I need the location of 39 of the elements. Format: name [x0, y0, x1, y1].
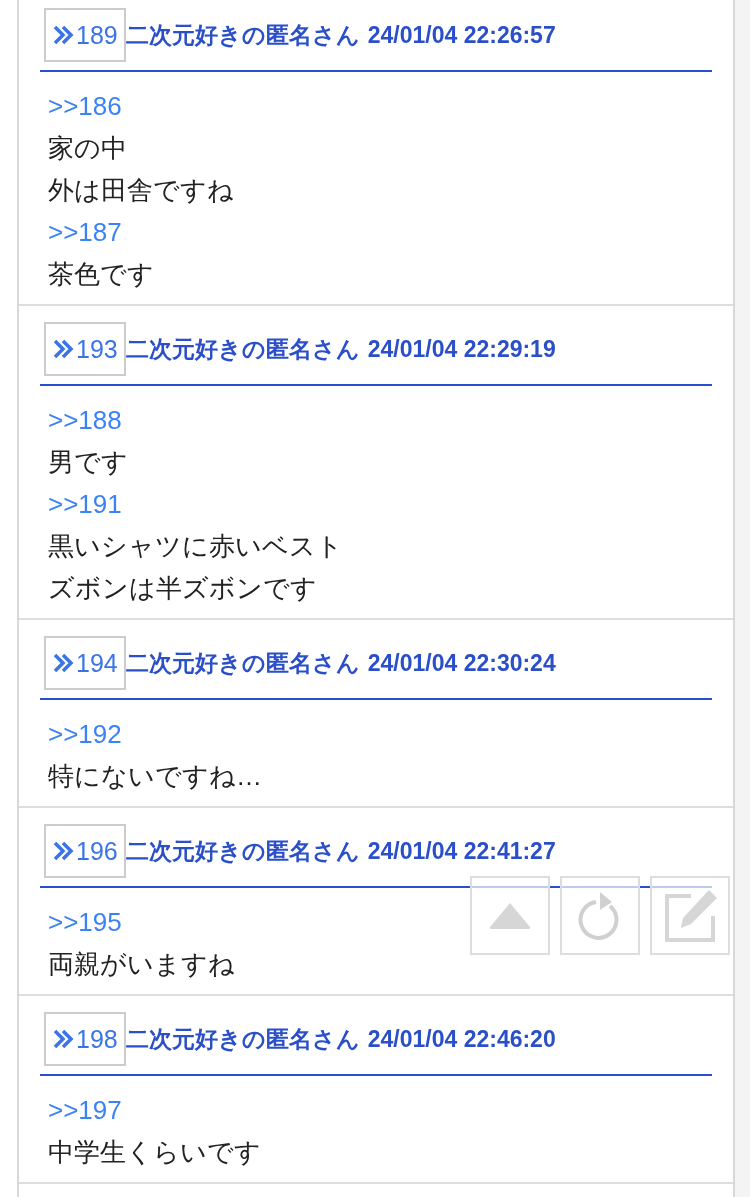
- write-button[interactable]: [650, 876, 730, 955]
- reply-link[interactable]: >>188: [48, 405, 122, 435]
- double-chevron-icon: [52, 840, 74, 862]
- poster-name: 二次元好きの匿名さん: [125, 20, 360, 50]
- post-text: 特にないですね…: [48, 761, 262, 791]
- reply-link[interactable]: >>197: [48, 1095, 122, 1125]
- post-datetime: 24/01/04 22:41:27: [367, 836, 556, 866]
- post-text: 家の中: [48, 133, 127, 163]
- scroll-top-button[interactable]: [470, 876, 550, 955]
- post-text: 両親がいますね: [48, 949, 235, 979]
- post-datetime: 24/01/04 22:46:20: [367, 1024, 556, 1054]
- reload-button[interactable]: [560, 876, 640, 955]
- post-text: 外は田舎ですね: [48, 175, 234, 205]
- double-chevron-icon: [52, 652, 74, 674]
- post-text: 茶色です: [48, 259, 154, 289]
- poster-name: 二次元好きの匿名さん: [125, 1024, 360, 1054]
- double-chevron-icon: [52, 338, 74, 360]
- poster-name: 二次元好きの匿名さん: [125, 836, 360, 866]
- poster-name: 二次元好きの匿名さん: [125, 334, 360, 364]
- post-text: 中学生くらいです: [48, 1137, 261, 1167]
- post-text: 黒いシャツに赤いベスト: [48, 531, 343, 561]
- poster-name: 二次元好きの匿名さん: [125, 648, 360, 678]
- reply-link[interactable]: >>191: [48, 489, 122, 519]
- post-number-link[interactable]: 198: [44, 1012, 126, 1066]
- double-chevron-icon: [52, 24, 74, 46]
- post-text: ズボンは半ズボンです: [48, 573, 317, 603]
- post-number-link[interactable]: 196: [44, 824, 126, 878]
- post-datetime: 24/01/04 22:26:57: [367, 20, 556, 50]
- double-chevron-icon: [52, 1028, 74, 1050]
- reply-link[interactable]: >>187: [48, 217, 122, 247]
- post-datetime: 24/01/04 22:30:24: [367, 648, 556, 678]
- post-number-link[interactable]: 194: [44, 636, 126, 690]
- post-text: 男です: [48, 447, 128, 477]
- post-number-link[interactable]: 193: [44, 322, 126, 376]
- reply-link[interactable]: >>195: [48, 907, 122, 937]
- reply-link[interactable]: >>192: [48, 719, 122, 749]
- post-number-link[interactable]: 189: [44, 8, 126, 62]
- post-datetime: 24/01/04 22:29:19: [367, 334, 556, 364]
- reply-link[interactable]: >>186: [48, 91, 122, 121]
